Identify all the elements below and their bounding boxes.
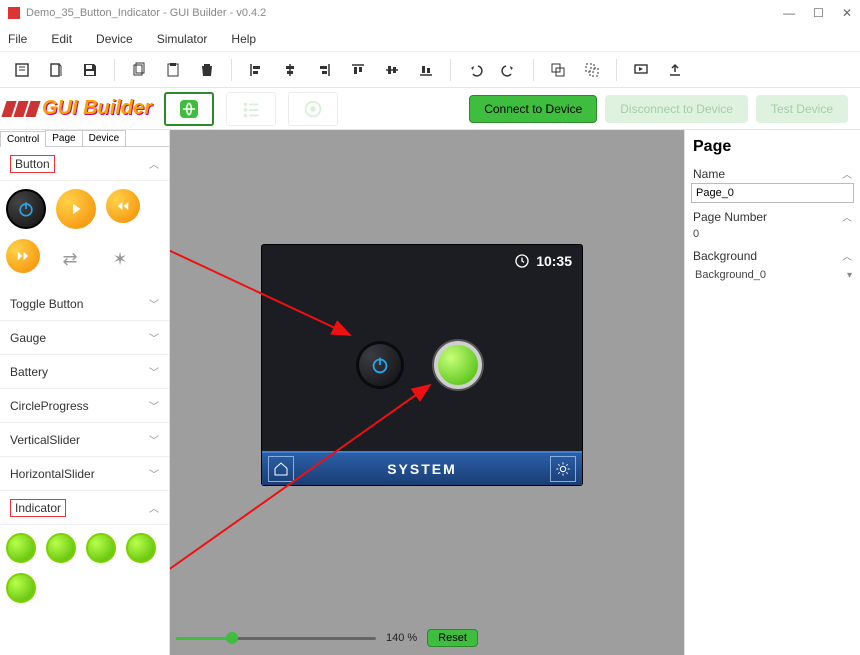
open-button[interactable] [42,56,70,84]
align-vcenter-button[interactable] [378,56,406,84]
window-title: Demo_35_Button_Indicator - GUI Builder -… [26,7,266,19]
mode-design-button[interactable] [164,92,214,126]
zoom-reset-button[interactable]: Reset [427,629,478,647]
section-gauge[interactable]: Gauge﹀ [0,321,169,355]
paste-button[interactable] [159,56,187,84]
undo-button[interactable] [461,56,489,84]
toolbar [0,52,860,88]
section-button[interactable]: Button ︿ [0,147,169,181]
left-panel: Control Page Device Button ︿ ⇄ ✶ Toggle … [0,130,170,655]
chevron-up-icon: ︿ [842,166,852,181]
menu-file[interactable]: File [8,32,27,46]
properties-panel: Page Name ︿ Page Number ︿ 0 Background ︿ Ba… [684,130,860,655]
mode-list-button[interactable] [226,92,276,126]
canvas-indicator[interactable] [434,341,482,389]
connect-device-button[interactable]: Connect to Device [469,95,597,123]
menu-bar: File Edit Device Simulator Help [0,26,860,52]
chevron-up-icon: ︿ [842,209,852,224]
chevron-down-icon: ﹀ [149,330,159,345]
props-bg-value[interactable]: Background_0 [693,267,768,283]
align-right-button[interactable] [310,56,338,84]
app-logo-icon [8,7,20,19]
chevron-up-icon: ︿ [842,248,852,263]
delete-button[interactable] [193,56,221,84]
canvas-navbar: SYSTEM [262,451,582,485]
dropdown-icon[interactable]: ▾ [847,270,852,281]
widget-indicator-4[interactable] [126,533,156,563]
align-bottom-button[interactable] [412,56,440,84]
widget-indicator-1[interactable] [6,533,36,563]
widget-button-power[interactable] [6,189,46,229]
mode-settings-button[interactable] [288,92,338,126]
zoom-slider[interactable] [176,637,376,640]
chevron-up-icon: ︿ [149,156,159,171]
menu-help[interactable]: Help [231,32,256,46]
chevron-up-icon: ︿ [149,500,159,515]
tab-device[interactable]: Device [82,130,127,146]
brand-row: GUI Builder Connect to Device Disconnect… [0,88,860,130]
chevron-down-icon: ﹀ [149,364,159,379]
widget-button-forward[interactable] [6,239,40,273]
minimize-button[interactable]: ― [783,6,795,20]
tab-control[interactable]: Control [0,131,46,147]
section-indicator[interactable]: Indicator ︿ [0,491,169,525]
maximize-button[interactable]: ☐ [813,6,824,20]
widget-indicator-5[interactable] [6,573,36,603]
canvas-area[interactable]: 10:35 SYSTEM 140 % Reset [170,130,684,655]
home-icon[interactable] [268,456,294,482]
disconnect-device-button[interactable]: Disconnect to Device [605,95,748,123]
props-bg-label: Background [693,249,757,263]
widget-button-rewind[interactable] [106,189,140,223]
brand-text: GUI Builder [42,97,152,120]
canvas-power-button[interactable] [356,341,404,389]
redo-button[interactable] [495,56,523,84]
align-left-button[interactable] [242,56,270,84]
canvas-clock: 10:35 [514,253,572,269]
new-button[interactable] [8,56,36,84]
widget-button-shuffle[interactable]: ⇄ [50,239,90,279]
group-button[interactable] [544,56,572,84]
title-bar: Demo_35_Button_Indicator - GUI Builder -… [0,0,860,26]
menu-edit[interactable]: Edit [51,32,72,46]
upload-button[interactable] [661,56,689,84]
section-battery[interactable]: Battery﹀ [0,355,169,389]
clock-icon [514,253,530,269]
props-number-value: 0 [691,226,854,242]
canvas-title: SYSTEM [387,461,457,477]
section-button-label: Button [10,155,55,173]
chevron-down-icon: ﹀ [149,432,159,447]
save-button[interactable] [76,56,104,84]
chevron-down-icon: ﹀ [149,466,159,481]
brand: GUI Builder [4,97,152,120]
section-indicator-label: Indicator [10,499,66,517]
props-number-label: Page Number [693,210,767,224]
section-toggle[interactable]: Toggle Button﹀ [0,287,169,321]
zoom-bar: 140 % Reset [176,627,678,649]
chevron-down-icon: ﹀ [149,296,159,311]
present-button[interactable] [627,56,655,84]
props-title: Page [691,134,854,160]
menu-simulator[interactable]: Simulator [157,32,208,46]
chevron-down-icon: ﹀ [149,398,159,413]
section-vslider[interactable]: VerticalSlider﹀ [0,423,169,457]
gear-icon[interactable] [550,456,576,482]
zoom-value: 140 % [386,632,417,644]
menu-device[interactable]: Device [96,32,133,46]
device-canvas[interactable]: 10:35 SYSTEM [262,245,582,485]
ungroup-button[interactable] [578,56,606,84]
section-hslider[interactable]: HorizontalSlider﹀ [0,457,169,491]
widget-button-play[interactable] [56,189,96,229]
widget-indicator-3[interactable] [86,533,116,563]
align-hcenter-button[interactable] [276,56,304,84]
align-top-button[interactable] [344,56,372,84]
section-circleprogress[interactable]: CircleProgress﹀ [0,389,169,423]
close-button[interactable]: ✕ [842,6,852,20]
tab-page[interactable]: Page [45,130,82,146]
props-name-label: Name [693,167,725,181]
props-name-input[interactable] [691,183,854,203]
test-device-button[interactable]: Test Device [756,95,848,123]
widget-indicator-2[interactable] [46,533,76,563]
widget-button-random[interactable]: ✶ [100,239,140,279]
copy-button[interactable] [125,56,153,84]
